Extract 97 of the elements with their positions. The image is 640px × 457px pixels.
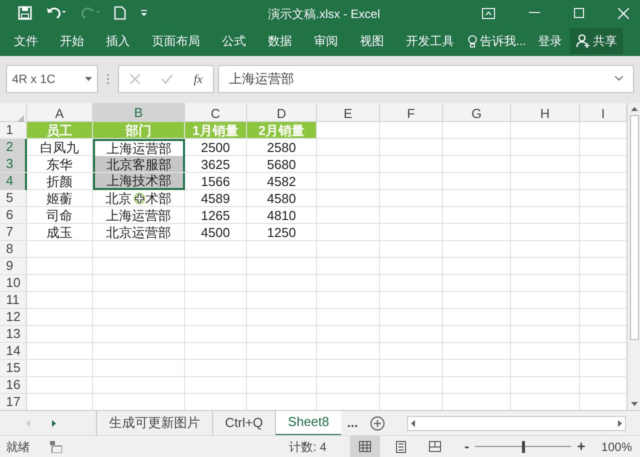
- column-header[interactable]: G: [443, 103, 511, 124]
- row-header[interactable]: 5: [0, 190, 27, 206]
- row-header[interactable]: 11: [0, 292, 27, 308]
- column-header[interactable]: F: [380, 103, 443, 124]
- table-cell: 1250: [247, 224, 317, 240]
- row-header[interactable]: 4: [0, 173, 27, 190]
- table-cell: 上海运营部: [93, 207, 185, 223]
- table-cell: 4500: [185, 224, 247, 240]
- insert-function-button[interactable]: fx: [194, 70, 202, 88]
- row-header[interactable]: 8: [0, 241, 27, 257]
- dropdown-icon[interactable]: [85, 76, 92, 80]
- row-header[interactable]: 16: [0, 377, 27, 393]
- page-break-icon: [429, 441, 442, 452]
- scroll-right-icon[interactable]: [618, 420, 622, 426]
- row-header[interactable]: 17: [0, 394, 27, 410]
- vertical-scrollbar[interactable]: [627, 103, 640, 410]
- table-cell: 3625: [185, 156, 247, 172]
- drag-handle-icon[interactable]: [107, 74, 109, 84]
- table-cell: 上海技术部: [93, 173, 185, 190]
- zoom-out-button[interactable]: -: [464, 436, 470, 457]
- ribbon-tab[interactable]: 公式: [222, 32, 246, 50]
- save-icon[interactable]: [18, 6, 32, 20]
- row-header[interactable]: 15: [0, 360, 27, 376]
- row-header[interactable]: 9: [0, 258, 27, 274]
- sign-in-link[interactable]: 登录: [538, 32, 562, 50]
- table-cell: 2500: [185, 139, 247, 156]
- ribbon-tab[interactable]: 文件: [14, 32, 38, 50]
- table-cell: 2580: [247, 139, 317, 156]
- table-cell: 1月销量: [185, 122, 247, 138]
- table-cell: 1265: [185, 207, 247, 223]
- count-text: 计数: 4: [289, 438, 326, 456]
- check-icon[interactable]: [160, 74, 173, 84]
- scroll-up-icon[interactable]: [630, 107, 638, 111]
- table-cell: 上海运营部: [93, 139, 185, 156]
- column-header[interactable]: H: [511, 103, 580, 124]
- tell-me-field[interactable]: 告诉我...: [480, 32, 526, 50]
- row-header[interactable]: 1: [0, 122, 27, 138]
- table-cell: 1566: [185, 173, 247, 190]
- ribbon-tab[interactable]: 数据: [268, 32, 292, 50]
- more-sheets-button[interactable]: ...: [347, 413, 358, 433]
- zoom-percent[interactable]: 100%: [601, 438, 632, 456]
- table-cell: 成玉: [27, 224, 93, 240]
- normal-view-button[interactable]: [350, 436, 380, 457]
- ribbon-tab[interactable]: 开发工具: [406, 32, 454, 50]
- close-icon[interactable]: [618, 8, 629, 18]
- formula-field[interactable]: 上海运营部: [218, 64, 634, 92]
- scroll-down-icon[interactable]: [630, 402, 638, 406]
- new-document-icon[interactable]: [114, 6, 126, 20]
- maximize-icon[interactable]: [574, 8, 584, 18]
- zoom-in-button[interactable]: +: [577, 436, 586, 457]
- table-cell: 4580: [247, 190, 317, 206]
- window-title: 演示文稿.xlsx - Excel: [268, 6, 380, 23]
- ribbon-tab[interactable]: 页面布局: [152, 32, 200, 50]
- next-sheet-icon[interactable]: [52, 420, 56, 426]
- add-sheet-icon[interactable]: [370, 416, 385, 430]
- row-header[interactable]: 12: [0, 309, 27, 325]
- lightbulb-icon: [468, 34, 477, 48]
- row-header[interactable]: 10: [0, 275, 27, 291]
- table-cell: 北京运营部: [93, 224, 185, 240]
- scroll-left-icon[interactable]: [410, 420, 415, 426]
- ribbon-tab[interactable]: 审阅: [314, 32, 338, 50]
- horizontal-scrollbar[interactable]: [406, 416, 626, 430]
- row-header[interactable]: 14: [0, 343, 27, 359]
- table-cell: 部门: [93, 122, 185, 138]
- table-cell: 姬蘅: [27, 190, 93, 206]
- page-icon: [396, 440, 406, 452]
- name-box[interactable]: 4R x 1C: [6, 64, 98, 92]
- expand-icon[interactable]: [615, 76, 623, 81]
- ribbon-display-icon[interactable]: [482, 8, 495, 18]
- macro-record-icon[interactable]: [50, 440, 62, 452]
- sheet-tab[interactable]: Sheet8: [274, 410, 342, 436]
- share-button[interactable]: 共享: [570, 28, 624, 54]
- table-cell: 5680: [247, 156, 317, 172]
- ribbon-tab[interactable]: 开始: [60, 32, 84, 50]
- row-header[interactable]: 2: [0, 139, 27, 156]
- status-text: 就绪: [6, 438, 30, 456]
- undo-icon[interactable]: [46, 6, 66, 20]
- table-cell: 2月销量: [247, 122, 317, 138]
- table-cell: 4810: [247, 207, 317, 223]
- table-cell: 司命: [27, 207, 93, 223]
- ribbon-tab[interactable]: 视图: [360, 32, 384, 50]
- row-header[interactable]: 6: [0, 207, 27, 223]
- table-cell: 4582: [247, 173, 317, 190]
- row-header[interactable]: 3: [0, 156, 27, 172]
- row-header[interactable]: 13: [0, 326, 27, 342]
- table-cell: 北京客服部: [93, 156, 185, 172]
- row-header[interactable]: 7: [0, 224, 27, 240]
- table-cell: 4589: [185, 190, 247, 206]
- zoom-slider[interactable]: [475, 440, 572, 452]
- ribbon-tab[interactable]: 插入: [106, 32, 130, 50]
- move-cursor-icon: [133, 192, 146, 205]
- customize-toolbar-icon[interactable]: [140, 9, 148, 17]
- grid-icon: [359, 441, 372, 452]
- minimize-icon[interactable]: [529, 12, 540, 14]
- person-add-icon: [576, 34, 590, 48]
- zoom-slider-thumb[interactable]: [522, 440, 526, 452]
- table-cell: 员工: [27, 122, 93, 138]
